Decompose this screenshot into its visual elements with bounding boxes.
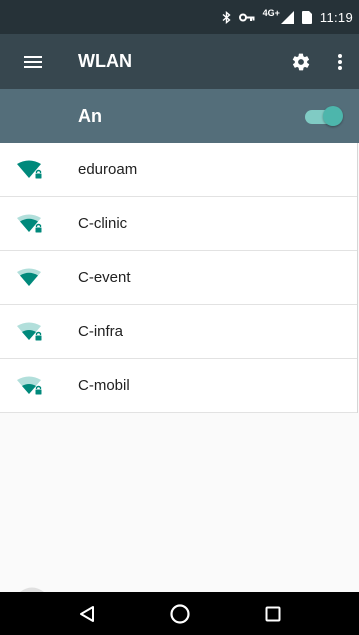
hamburger-menu-icon — [24, 55, 42, 68]
cellular-signal: 4G+ — [262, 8, 294, 24]
more-vert-icon — [338, 53, 342, 70]
wifi-signal-lock-icon — [0, 143, 78, 197]
recents-button[interactable] — [253, 594, 293, 634]
network-item[interactable]: C-clinic — [0, 197, 357, 251]
back-triangle-icon — [79, 605, 94, 622]
page-title: WLAN — [78, 51, 132, 71]
network-list: eduroam C-clinic C-event C-infra C-mobil — [0, 143, 358, 413]
settings-button[interactable] — [281, 34, 321, 89]
status-bar: 4G+ 11:19 — [0, 0, 359, 34]
menu-button[interactable] — [0, 34, 66, 89]
bluetooth-icon — [222, 10, 231, 24]
network-item[interactable]: C-event — [0, 251, 357, 305]
wifi-signal-icon — [0, 251, 78, 305]
network-name: C-clinic — [78, 215, 128, 232]
network-name: C-event — [78, 269, 131, 286]
recents-square-icon — [265, 606, 280, 621]
gear-icon — [292, 53, 310, 70]
signal-icon — [280, 10, 294, 24]
network-item[interactable]: C-mobil — [0, 359, 357, 413]
vpn-key-icon — [238, 13, 255, 22]
wifi-signal-lock-icon — [0, 359, 78, 413]
network-item[interactable]: eduroam — [0, 143, 357, 197]
home-button[interactable] — [160, 594, 200, 634]
network-item[interactable]: C-infra — [0, 305, 357, 359]
network-name: C-infra — [78, 323, 124, 340]
wifi-signal-lock-icon — [0, 197, 78, 251]
network-name: eduroam — [78, 161, 138, 178]
wlan-settings-screen: 4G+ 11:19 WLAN An eduroam C-clinic C-eve… — [0, 0, 359, 635]
switch-state-label: An — [78, 105, 102, 126]
home-circle-icon — [169, 603, 190, 624]
navigation-bar — [0, 592, 359, 635]
network-type-label: 4G+ — [262, 8, 280, 18]
back-button[interactable] — [67, 594, 107, 634]
more-options-button[interactable] — [321, 34, 359, 89]
toggle-thumb — [323, 106, 343, 126]
app-bar: WLAN — [0, 34, 359, 89]
wlan-master-switch-row[interactable]: An — [0, 89, 359, 143]
network-name: C-mobil — [78, 377, 130, 394]
wifi-signal-lock-icon — [0, 305, 78, 359]
sim-icon — [301, 10, 312, 24]
empty-list-area — [0, 413, 359, 592]
scroll-hint-icon — [20, 587, 44, 592]
clock: 11:19 — [319, 9, 353, 25]
wlan-toggle[interactable] — [303, 104, 343, 128]
